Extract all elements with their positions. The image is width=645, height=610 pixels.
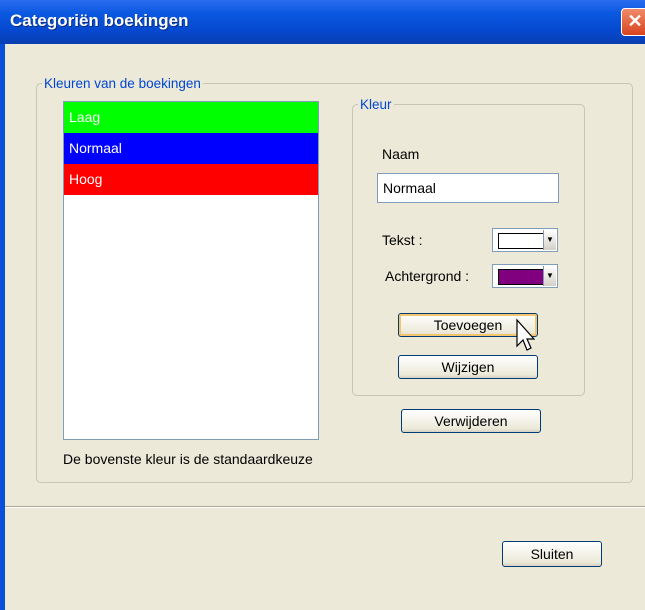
list-item[interactable]: Normaal — [64, 133, 318, 164]
naam-label: Naam — [382, 146, 420, 162]
tekst-label: Tekst : — [382, 232, 423, 248]
list-item[interactable]: Hoog — [64, 164, 318, 195]
window-border — [0, 44, 5, 610]
delete-button[interactable]: Verwijderen — [401, 409, 541, 433]
chevron-down-icon[interactable]: ▼ — [543, 230, 556, 250]
background-color-swatch — [498, 269, 544, 285]
default-color-note: De bovenste kleur is de standaardkeuze — [63, 451, 313, 467]
text-color-picker[interactable]: ▼ — [492, 228, 558, 252]
list-item-label: Normaal — [69, 140, 122, 156]
list-item[interactable]: Laag — [64, 102, 318, 133]
list-item-label: Laag — [69, 109, 101, 125]
mouse-cursor-icon — [516, 318, 535, 351]
background-color-picker[interactable]: ▼ — [492, 264, 558, 288]
list-item-label: Hoog — [69, 171, 103, 187]
close-icon[interactable]: ✕ — [621, 8, 645, 36]
dialog-window: Categoriën boekingen ✕ Kleuren van de bo… — [0, 0, 645, 610]
category-color-list[interactable]: Laag Normaal Hoog — [63, 101, 319, 440]
group-color-legend: Kleur — [360, 97, 392, 112]
text-color-swatch — [498, 233, 544, 249]
chevron-down-icon[interactable]: ▼ — [543, 266, 556, 286]
separator — [5, 506, 645, 508]
window-title: Categoriën boekingen — [10, 11, 189, 30]
group-booking-colors-legend: Kleuren van de boekingen — [44, 76, 201, 91]
close-button[interactable]: Sluiten — [502, 541, 602, 567]
name-input[interactable] — [377, 173, 559, 203]
achtergrond-label: Achtergrond : — [385, 268, 470, 284]
title-bar[interactable]: Categoriën boekingen ✕ — [0, 0, 645, 44]
modify-button[interactable]: Wijzigen — [398, 355, 538, 379]
